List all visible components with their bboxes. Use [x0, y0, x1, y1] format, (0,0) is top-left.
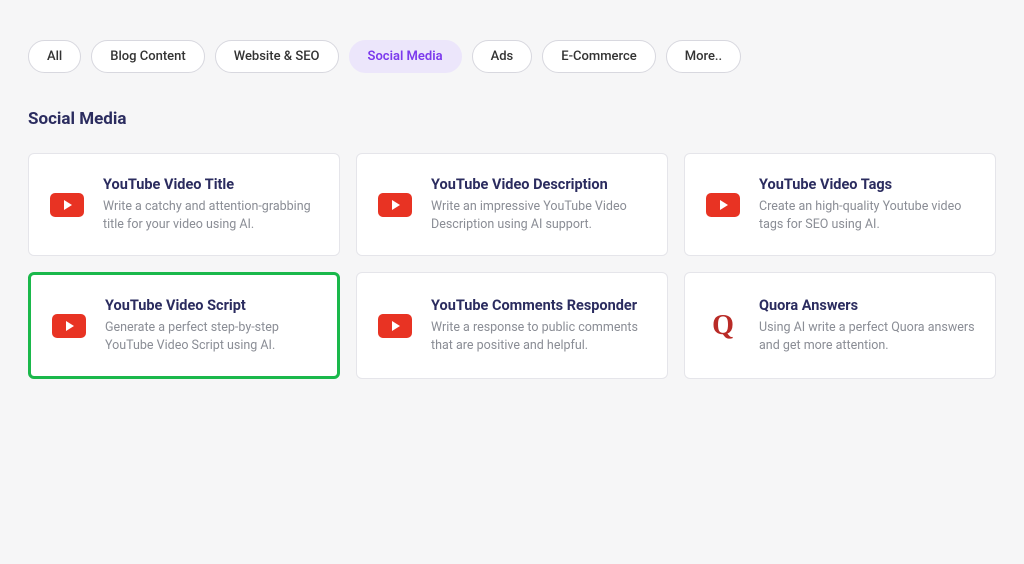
card-description: Using AI write a perfect Quora answers a… [759, 319, 975, 354]
card-description: Create an high-quality Youtube video tag… [759, 198, 975, 233]
card-description: Write an impressive YouTube Video Descri… [431, 198, 647, 233]
tab-label: Blog Content [110, 49, 185, 64]
tab-label: Social Media [368, 49, 443, 64]
template-selection-page: All Blog Content Website & SEO Social Me… [0, 0, 1024, 379]
tab-label: More.. [685, 49, 722, 64]
card-youtube-video-title[interactable]: YouTube Video Title Write a catchy and a… [28, 153, 340, 256]
youtube-icon [49, 191, 85, 219]
card-title: YouTube Comments Responder [431, 297, 647, 314]
tab-website-seo[interactable]: Website & SEO [215, 40, 339, 73]
card-youtube-comments-responder[interactable]: YouTube Comments Responder Write a respo… [356, 272, 668, 379]
card-text: Quora Answers Using AI write a perfect Q… [759, 297, 975, 354]
tab-social-media[interactable]: Social Media [349, 40, 462, 73]
card-description: Write a catchy and attention-grabbing ti… [103, 198, 319, 233]
category-tabs: All Blog Content Website & SEO Social Me… [28, 40, 996, 73]
tab-blog-content[interactable]: Blog Content [91, 40, 204, 73]
card-youtube-video-script[interactable]: YouTube Video Script Generate a perfect … [28, 272, 340, 379]
card-youtube-video-description[interactable]: YouTube Video Description Write an impre… [356, 153, 668, 256]
tab-label: Ads [491, 49, 514, 64]
card-text: YouTube Video Title Write a catchy and a… [103, 176, 319, 233]
tab-more[interactable]: More.. [666, 40, 741, 73]
tab-label: All [47, 49, 62, 64]
tab-e-commerce[interactable]: E-Commerce [542, 40, 655, 73]
youtube-icon [51, 312, 87, 340]
tab-ads[interactable]: Ads [472, 40, 533, 73]
card-title: Quora Answers [759, 297, 975, 314]
card-title: YouTube Video Title [103, 176, 319, 193]
youtube-icon [377, 191, 413, 219]
card-title: YouTube Video Script [105, 297, 317, 314]
card-description: Generate a perfect step-by-step YouTube … [105, 319, 317, 354]
card-description: Write a response to public comments that… [431, 319, 647, 354]
tab-label: Website & SEO [234, 49, 320, 64]
section-title: Social Media [28, 109, 996, 129]
card-text: YouTube Video Tags Create an high-qualit… [759, 176, 975, 233]
youtube-icon [705, 191, 741, 219]
card-youtube-video-tags[interactable]: YouTube Video Tags Create an high-qualit… [684, 153, 996, 256]
card-text: YouTube Comments Responder Write a respo… [431, 297, 647, 354]
youtube-icon [377, 312, 413, 340]
template-grid: YouTube Video Title Write a catchy and a… [28, 153, 996, 379]
card-title: YouTube Video Tags [759, 176, 975, 193]
tab-all[interactable]: All [28, 40, 81, 73]
card-text: YouTube Video Description Write an impre… [431, 176, 647, 233]
card-title: YouTube Video Description [431, 176, 647, 193]
card-quora-answers[interactable]: Q Quora Answers Using AI write a perfect… [684, 272, 996, 379]
card-text: YouTube Video Script Generate a perfect … [105, 297, 317, 354]
quora-icon: Q [705, 312, 741, 340]
tab-label: E-Commerce [561, 49, 636, 64]
